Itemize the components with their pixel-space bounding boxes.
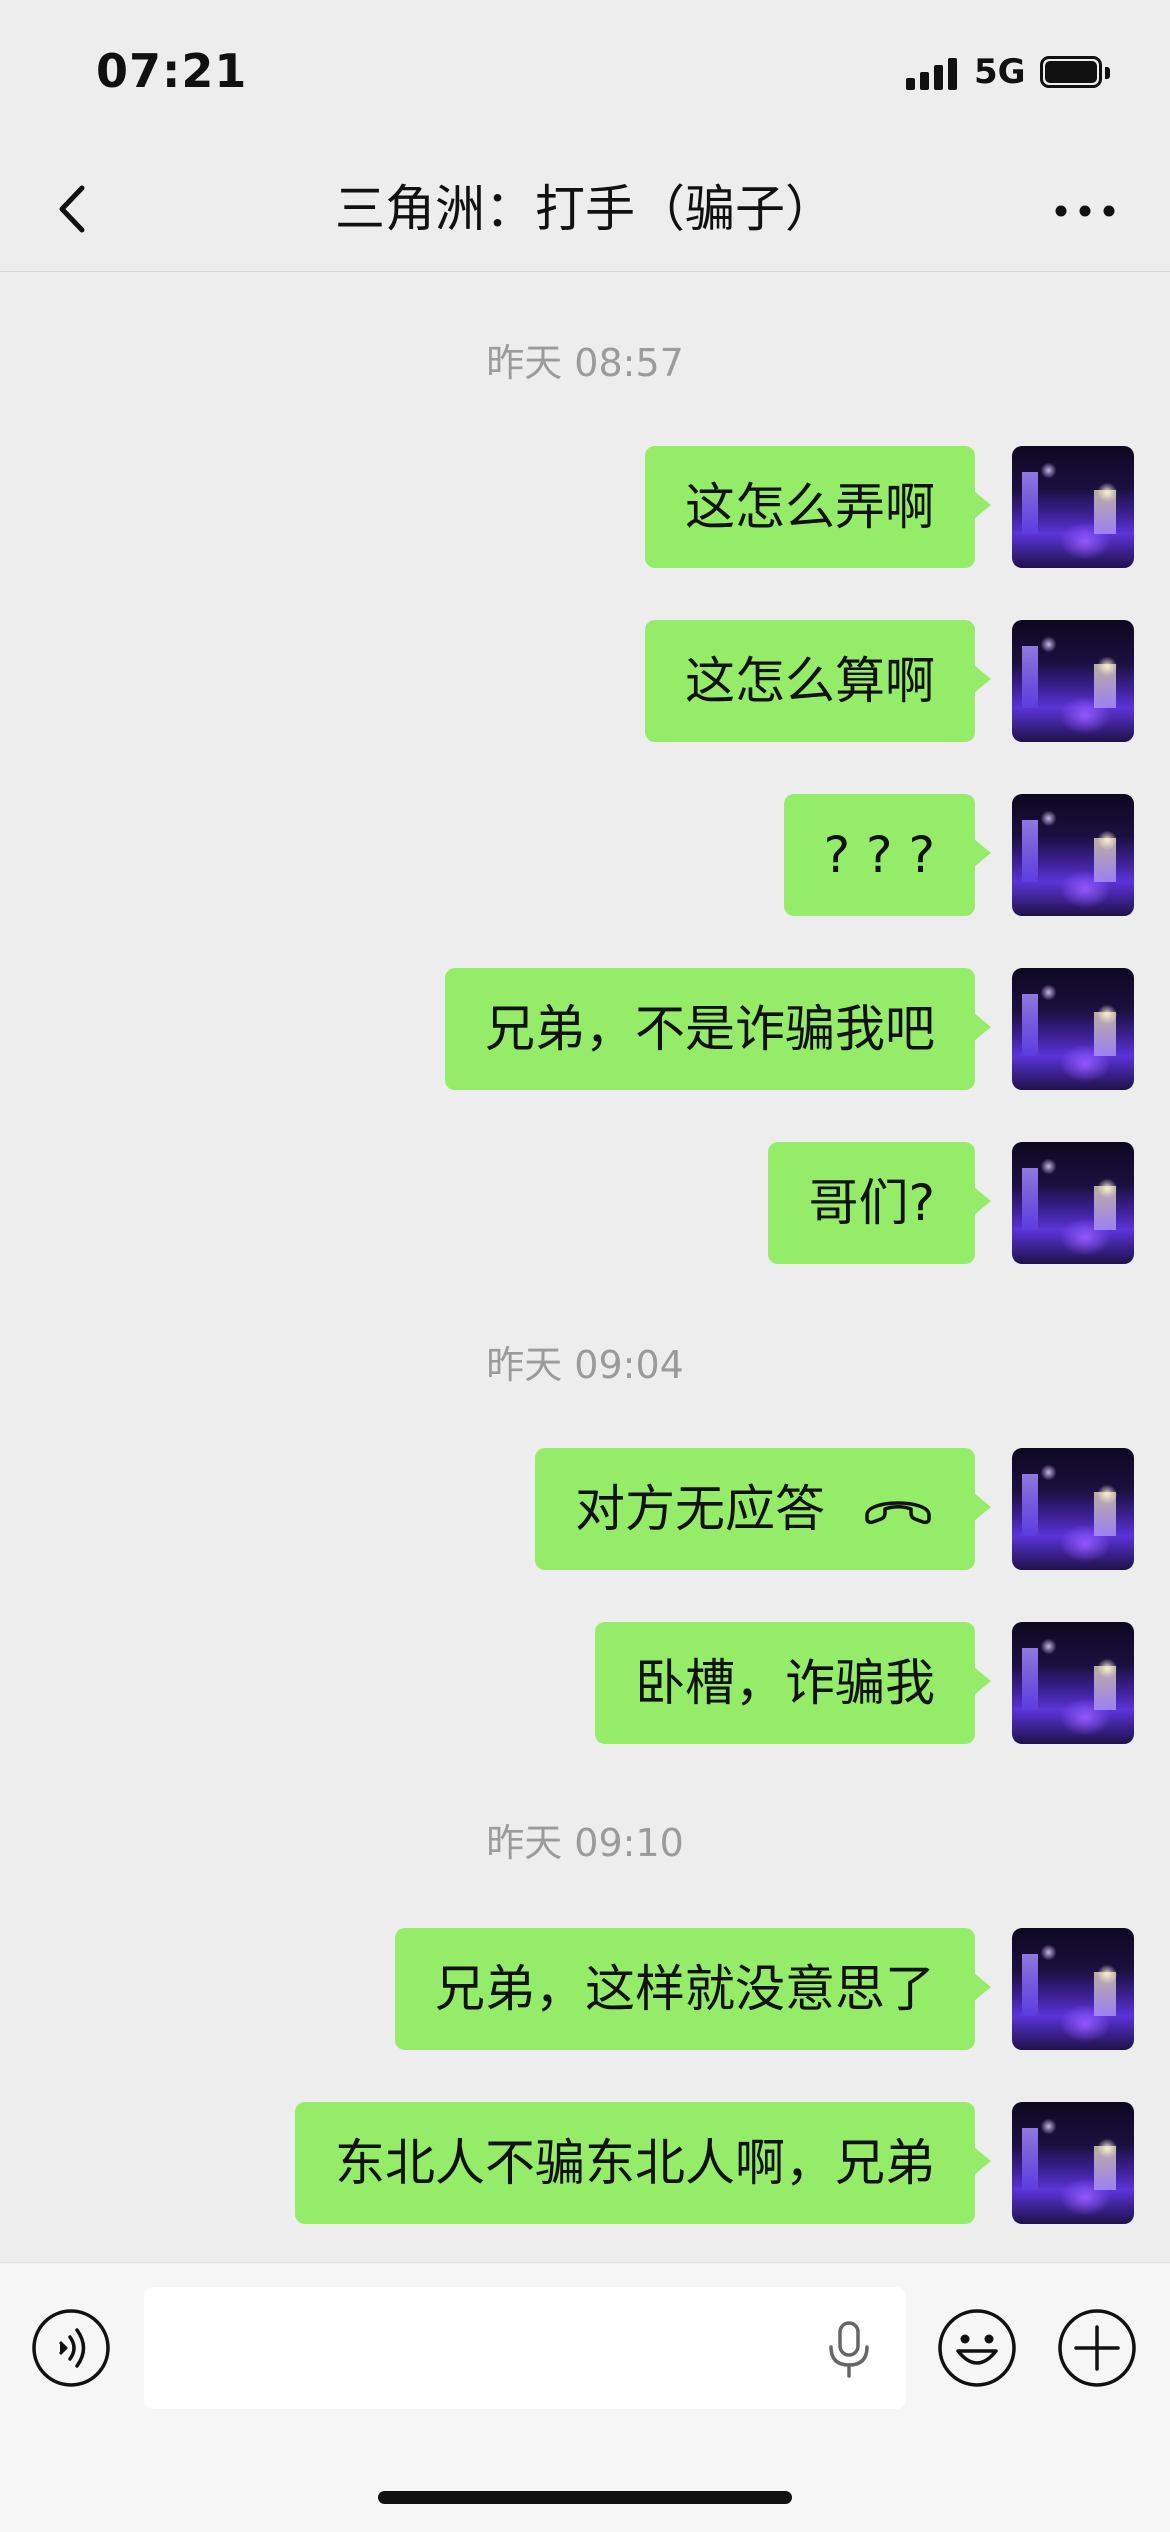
message-row: 兄弟，这样就没意思了: [0, 1928, 1170, 2052]
voice-input-button[interactable]: [30, 2307, 112, 2389]
avatar[interactable]: [1012, 1448, 1134, 1570]
avatar[interactable]: [1012, 620, 1134, 742]
chat-title: 三角洲：打手（骗子）: [335, 180, 835, 238]
message-bubble[interactable]: 这怎么算啊: [645, 620, 991, 742]
emoji-icon: [938, 2309, 1016, 2387]
message-bubble[interactable]: 东北人不骗东北人啊，兄弟: [295, 2102, 991, 2224]
back-button[interactable]: [40, 174, 110, 244]
chat-area[interactable]: 昨天 08:57 这怎么弄啊 这怎么算啊 ? ? ? 兄弟，不是诈骗我吧 哥们?…: [0, 272, 1170, 2262]
message-row: 对方无应答: [0, 1448, 1170, 1572]
avatar[interactable]: [1012, 968, 1134, 1090]
signal-icon: [906, 56, 962, 90]
message-row: 东北人不骗东北人啊，兄弟: [0, 2102, 1170, 2226]
message-row: 兄弟，不是诈骗我吧: [0, 968, 1170, 1092]
avatar[interactable]: [1012, 1142, 1134, 1264]
more-dots-icon: [1055, 205, 1115, 217]
message-row: 这怎么弄啊: [0, 446, 1170, 570]
more-button[interactable]: [1050, 176, 1120, 246]
timestamp: 昨天 09:10: [486, 1821, 684, 1865]
message-bubble[interactable]: 哥们?: [768, 1142, 991, 1264]
input-bar: [0, 2262, 1170, 2532]
message-bubble[interactable]: 兄弟，这样就没意思了: [395, 1928, 991, 2050]
timestamp: 昨天 08:57: [486, 341, 684, 385]
more-functions-button[interactable]: [1056, 2307, 1138, 2389]
status-time: 07:21: [96, 44, 248, 98]
home-indicator[interactable]: [378, 2491, 792, 2504]
emoji-button[interactable]: [936, 2307, 1018, 2389]
avatar[interactable]: [1012, 446, 1134, 568]
microphone-button[interactable]: [822, 2319, 876, 2379]
message-row: ? ? ?: [0, 794, 1170, 918]
voice-icon: [32, 2309, 110, 2387]
timestamp: 昨天 09:04: [486, 1343, 684, 1387]
avatar[interactable]: [1012, 1928, 1134, 2050]
microphone-icon: [829, 2321, 869, 2378]
avatar[interactable]: [1012, 1622, 1134, 1744]
message-row: 这怎么算啊: [0, 620, 1170, 744]
hang-up-phone-icon: [865, 1500, 931, 1524]
message-bubble[interactable]: ? ? ?: [783, 794, 992, 916]
nav-bar: 三角洲：打手（骗子）: [0, 150, 1170, 272]
chevron-left-icon: [59, 185, 85, 233]
status-bar: 07:21 5G: [0, 0, 1170, 150]
avatar[interactable]: [1012, 794, 1134, 916]
call-record-bubble[interactable]: 对方无应答: [535, 1448, 991, 1570]
message-bubble[interactable]: 卧槽，诈骗我: [595, 1622, 991, 1744]
message-bubble[interactable]: 兄弟，不是诈骗我吧: [445, 968, 991, 1090]
message-bubble[interactable]: 这怎么弄啊: [645, 446, 991, 568]
message-row: 卧槽，诈骗我: [0, 1622, 1170, 1746]
message-row: 哥们?: [0, 1142, 1170, 1266]
plus-icon: [1058, 2309, 1136, 2387]
call-status-text: 对方无应答: [575, 1480, 825, 1538]
avatar[interactable]: [1012, 2102, 1134, 2224]
message-input[interactable]: [144, 2287, 906, 2409]
network-type: 5G: [974, 52, 1026, 92]
battery-icon: [1040, 56, 1110, 90]
